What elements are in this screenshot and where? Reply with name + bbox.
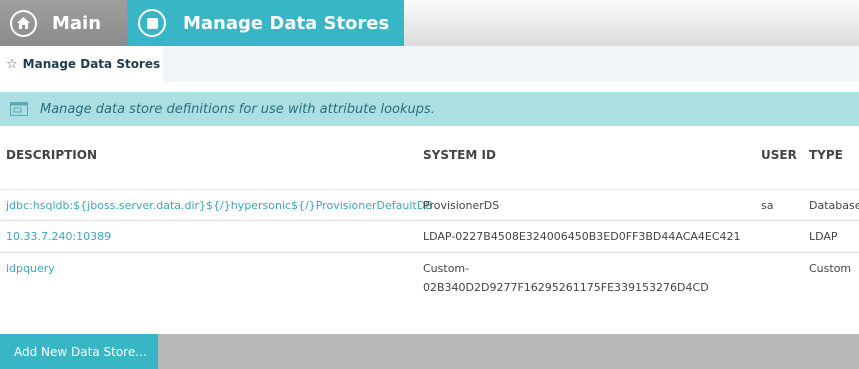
row-system-id: LDAP-0227B4508E324006450B3ED0FF3BD44ACA4…: [423, 230, 741, 243]
row-system-id: ProvisionerDS: [423, 199, 500, 212]
column-header-system-id[interactable]: SYSTEM ID: [423, 148, 496, 162]
row-system-id-line1: Custom-: [423, 262, 470, 275]
row-user: sa: [761, 199, 774, 212]
window-icon: [10, 102, 28, 116]
banner-text: Manage data store definitions for use wi…: [40, 101, 435, 117]
home-icon: [10, 9, 37, 37]
row-system-id-line2: 02B340D2D9277F16295261175FE339153276D4CD: [423, 281, 709, 294]
breadcrumb-bar: ☆ Manage Data Stores: [0, 46, 859, 82]
tab-manage-data-stores[interactable]: Manage Data Stores: [127, 0, 404, 46]
row-type: Custom: [809, 262, 852, 275]
divider: [0, 189, 859, 190]
column-header-description[interactable]: DESCRIPTION: [6, 148, 97, 162]
row-description-link[interactable]: idpquery: [6, 262, 55, 275]
column-header-type[interactable]: TYPE: [809, 148, 843, 162]
divider: [0, 220, 859, 221]
column-header-user[interactable]: USER: [761, 148, 797, 162]
star-icon: ☆: [6, 56, 18, 72]
stop-icon: [138, 9, 166, 37]
add-new-data-store-button[interactable]: Add New Data Store...: [0, 334, 158, 369]
divider: [0, 252, 859, 253]
row-description-link[interactable]: 10.33.7.240:10389: [6, 230, 111, 243]
info-banner: Manage data store definitions for use wi…: [0, 92, 859, 126]
tab-manage-label: Manage Data Stores: [183, 12, 390, 34]
action-bar: Add New Data Store...: [0, 334, 859, 369]
tab-main-label: Main: [52, 12, 102, 34]
row-type: LDAP: [809, 230, 838, 243]
breadcrumb-label: Manage Data Stores: [22, 57, 161, 71]
breadcrumb[interactable]: ☆ Manage Data Stores: [0, 46, 163, 82]
top-nav: Main Manage Data Stores: [0, 0, 859, 46]
row-description-link[interactable]: jdbc:hsqldb:${jboss.server.data.dir}${/}…: [6, 199, 433, 212]
row-type: Database: [809, 199, 859, 212]
tab-main[interactable]: Main: [0, 0, 127, 46]
